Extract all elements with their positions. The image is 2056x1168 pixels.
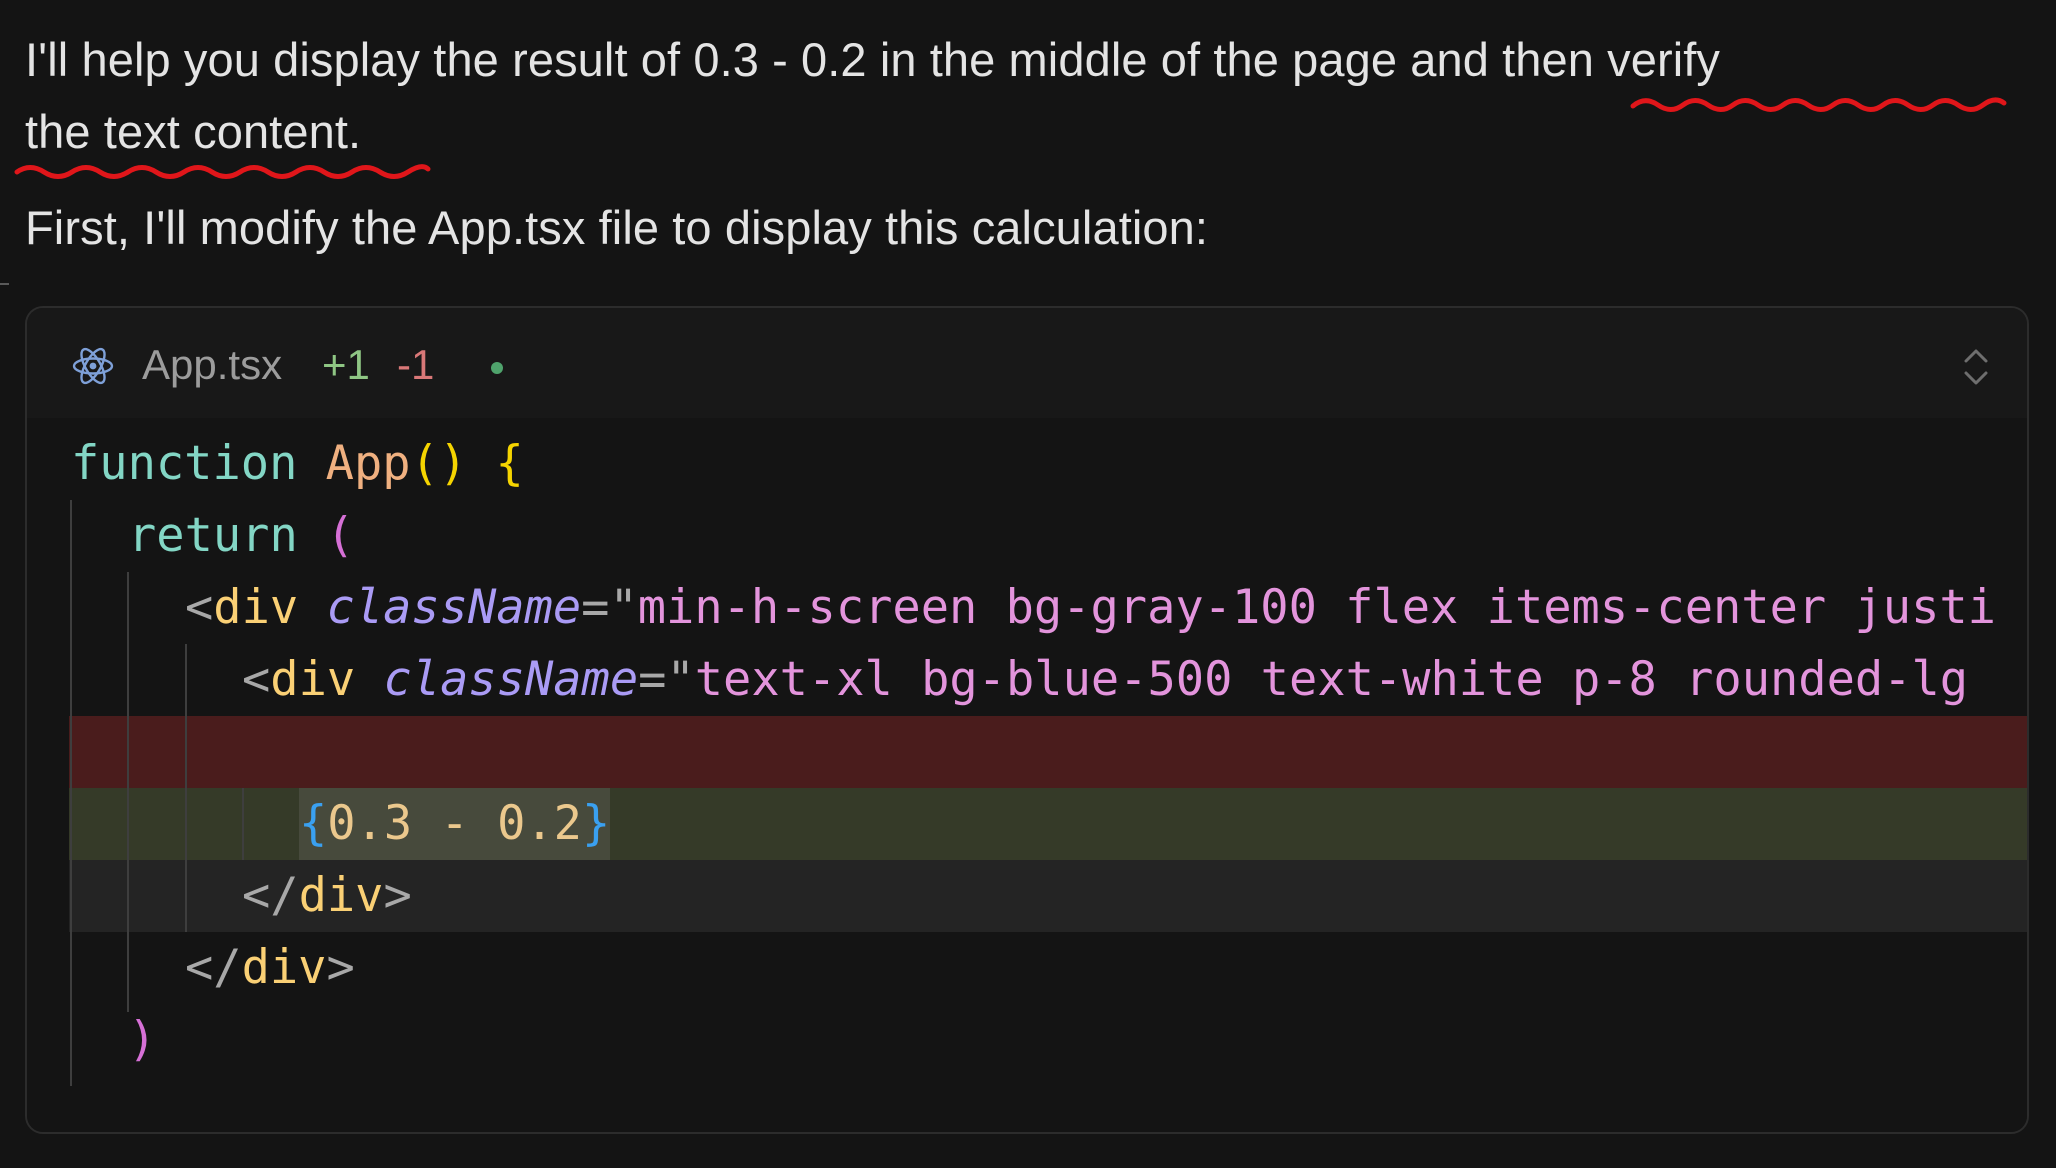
code-card-header[interactable]: App.tsx +1 -1 — [27, 308, 2027, 418]
code-token: { — [299, 796, 328, 851]
code-line: <div className="min-h-screen bg-gray-100… — [27, 572, 2027, 644]
code-line: </div> — [69, 860, 2027, 932]
code-line: return ( — [27, 500, 2027, 572]
code-token: div — [241, 940, 327, 995]
code-token: =" — [638, 652, 695, 707]
code-token: function — [71, 436, 298, 491]
code-token: 0.3 - 0.2 — [327, 796, 582, 851]
code-token: div — [213, 580, 299, 635]
react-icon — [72, 347, 114, 385]
message-text: I'll help you display the result of 0.3 … — [25, 33, 1411, 86]
code-line: function App() { — [27, 428, 2027, 500]
indent-guide — [185, 644, 187, 932]
indent-guide — [127, 572, 129, 1012]
code-token: </ — [185, 940, 242, 995]
code-token: ) — [128, 1012, 157, 1067]
code-diff-view[interactable]: function App() { return ( <div className… — [27, 418, 2027, 1132]
code-token: text-xl bg-blue-500 text-white p-8 round… — [694, 652, 1969, 707]
lines-removed-count: -1 — [397, 341, 435, 388]
code-token: { — [495, 436, 524, 491]
code-token: ( — [326, 508, 355, 563]
code-token: > — [326, 940, 355, 995]
code-token: className — [383, 652, 639, 707]
gutter-tick — [0, 283, 9, 285]
underlined-text: and then verify — [1410, 33, 1721, 86]
code-token: < — [242, 652, 271, 707]
code-token: App — [325, 436, 411, 491]
code-token: } — [581, 796, 611, 851]
code-token: =" — [581, 580, 638, 635]
unsaved-status-dot — [491, 362, 503, 374]
chevron-up-down-icon[interactable] — [1961, 345, 1991, 389]
message-text: First, I'll modify the App.tsx file to d… — [25, 201, 1209, 254]
message-line-2: the text content. — [25, 102, 361, 162]
code-token: < — [185, 580, 214, 635]
code-line: <div className="text-xl bg-blue-500 text… — [27, 644, 2027, 716]
code-token: () — [410, 436, 468, 491]
file-name: App.tsx — [142, 341, 283, 388]
code-edit-card: App.tsx +1 -1 function App() { return ( … — [25, 306, 2029, 1134]
indent-guide — [242, 788, 244, 860]
code-line: ) — [27, 1004, 2027, 1076]
indent-guide — [70, 500, 72, 1086]
diff-removed-line — [69, 716, 2027, 788]
code-token: min-h-screen bg-gray-100 flex items-cent… — [637, 580, 1996, 635]
code-line: </div> — [27, 932, 2027, 1004]
code-token: </ — [242, 868, 299, 923]
code-token: > — [383, 868, 412, 923]
underlined-text: the text content. — [25, 105, 362, 158]
red-squiggle-underline — [14, 164, 431, 179]
code-token: return — [128, 508, 298, 563]
message-line-1: I'll help you display the result of 0.3 … — [25, 30, 1720, 90]
code-token: div — [270, 652, 356, 707]
code-token: className — [326, 580, 582, 635]
red-squiggle-underline — [1630, 97, 2007, 112]
message-line-3: First, I'll modify the App.tsx file to d… — [25, 198, 1208, 258]
code-token: div — [298, 868, 384, 923]
lines-added-count: +1 — [322, 341, 370, 388]
diff-added-line: {0.3 - 0.2} — [69, 788, 2027, 860]
